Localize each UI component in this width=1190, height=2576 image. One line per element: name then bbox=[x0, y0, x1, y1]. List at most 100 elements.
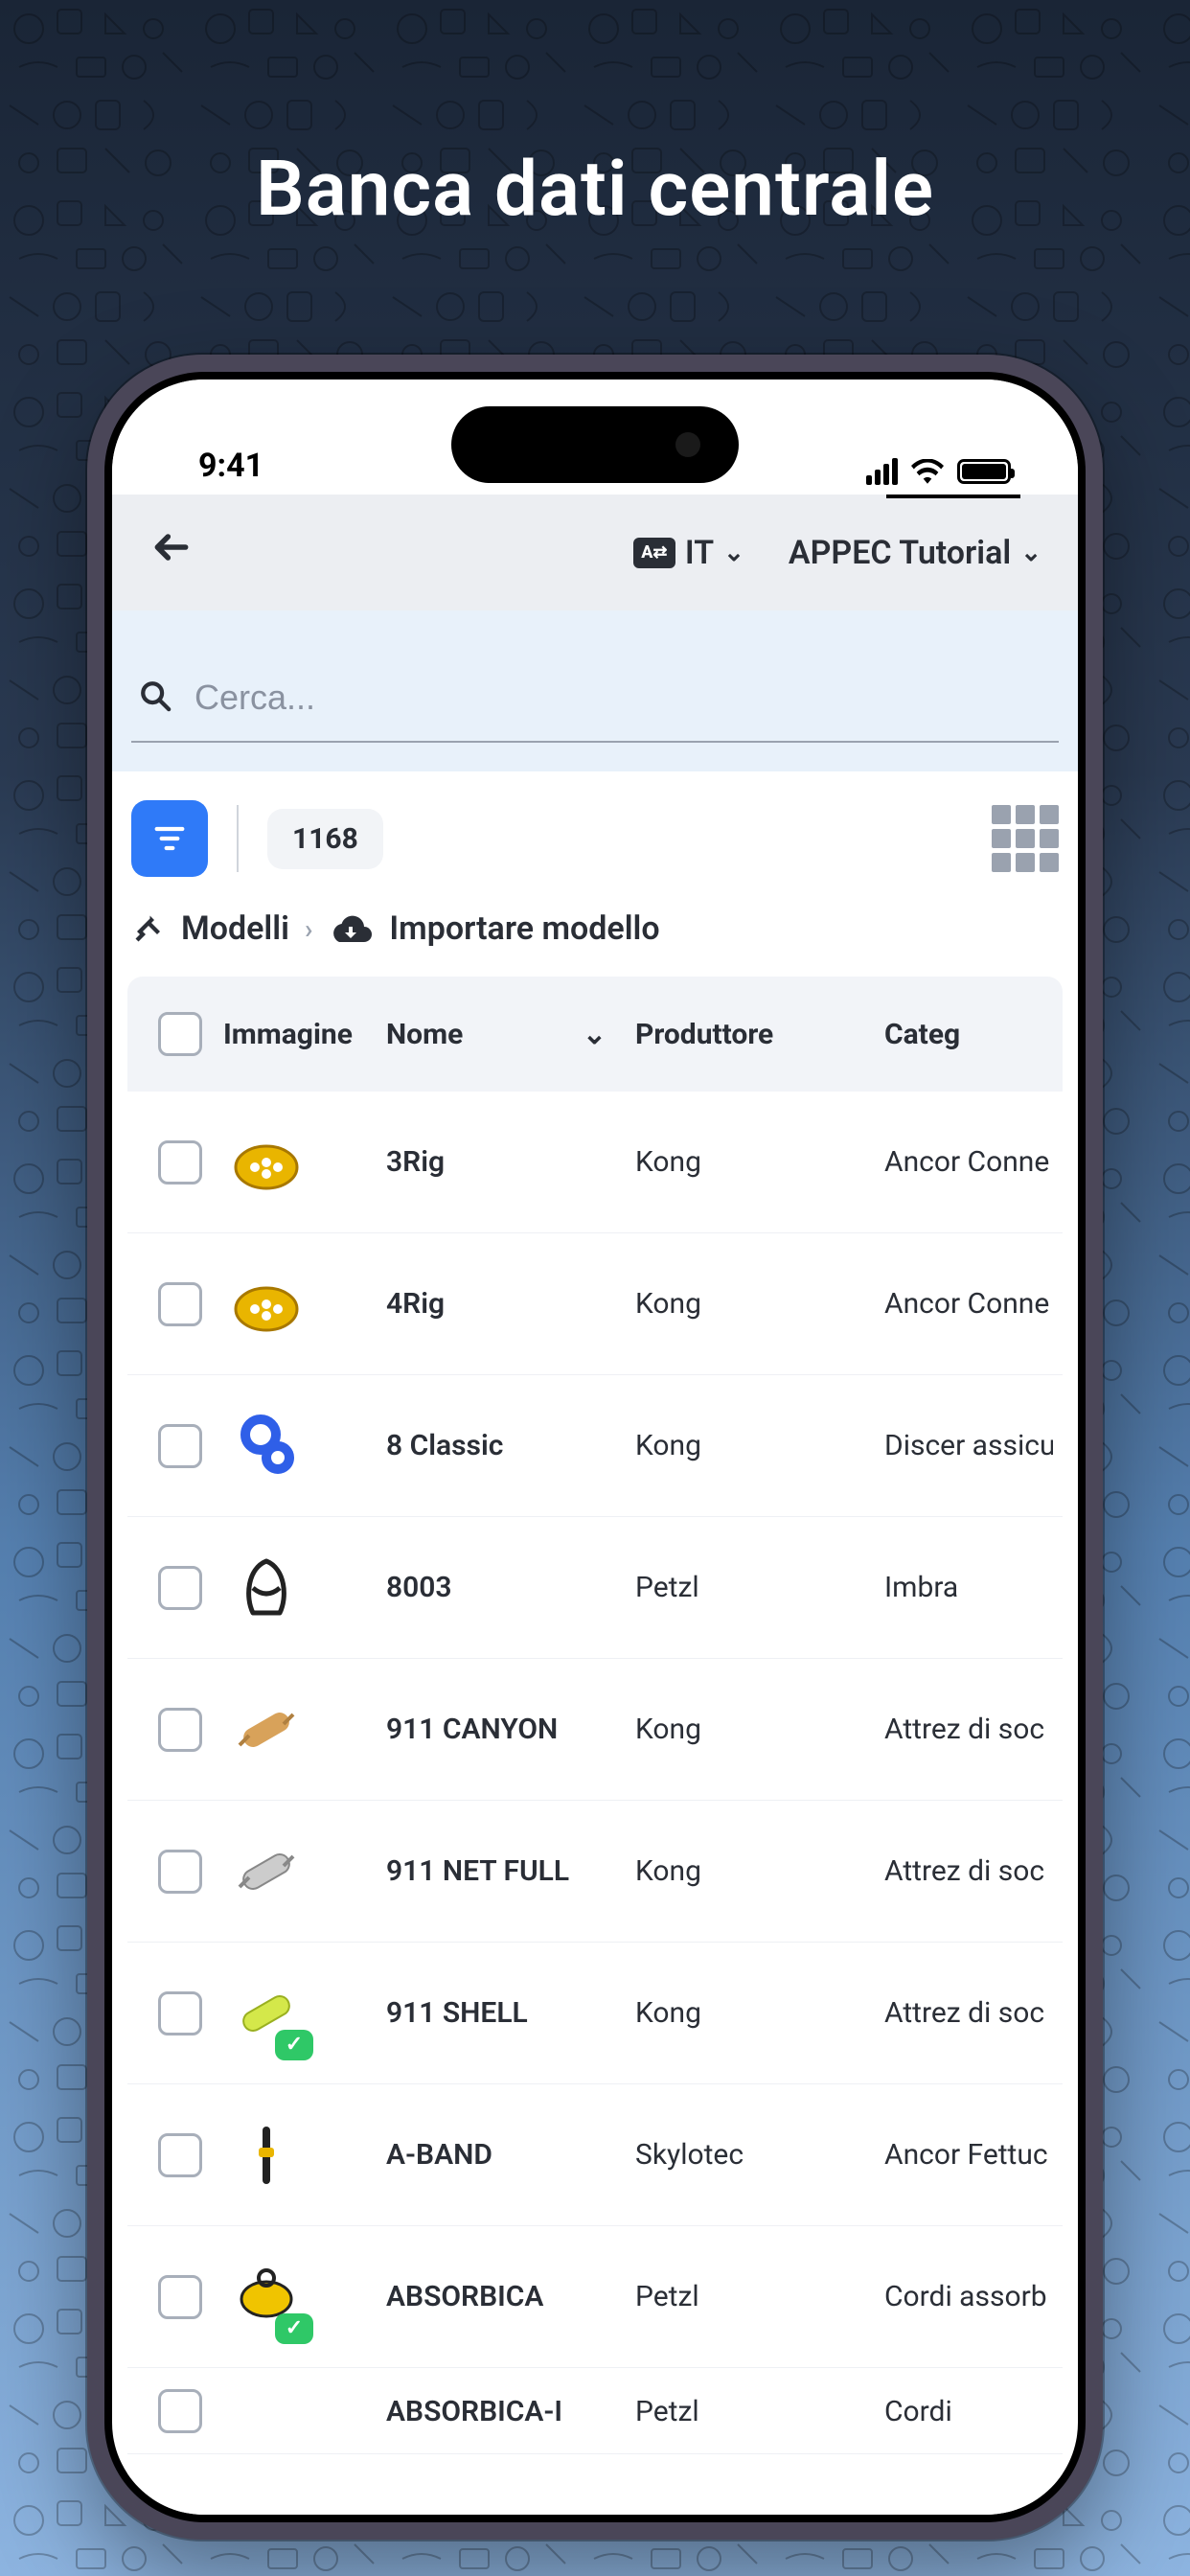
toolbar: 1168 bbox=[112, 771, 1078, 896]
cell-name: 911 SHELL bbox=[386, 1996, 635, 2030]
select-all-checkbox[interactable] bbox=[158, 1012, 202, 1056]
grid-view-toggle[interactable] bbox=[992, 805, 1059, 872]
column-category: Categ bbox=[884, 1018, 1053, 1051]
table-row[interactable]: A-BANDSkylotecAncor Fettuc bbox=[127, 2084, 1063, 2226]
dynamic-island bbox=[451, 406, 739, 483]
cell-name: ABSORBICA bbox=[386, 2280, 635, 2313]
marketing-title: Banca dati centrale bbox=[0, 144, 1190, 234]
row-checkbox[interactable] bbox=[158, 2133, 202, 2177]
product-thumbnail bbox=[223, 2112, 309, 2198]
cell-name: 4Rig bbox=[386, 1287, 635, 1321]
hammer-icon bbox=[131, 911, 166, 946]
cellular-icon bbox=[866, 458, 898, 485]
verified-badge-icon: ✓ bbox=[275, 2030, 313, 2060]
table-row[interactable]: 4RigKongAncor Conne bbox=[127, 1233, 1063, 1375]
cell-category: Ancor Fettuc bbox=[884, 2138, 1053, 2172]
breadcrumb-root[interactable]: Modelli bbox=[181, 909, 289, 948]
cell-manufacturer: Petzl bbox=[635, 1571, 884, 1604]
cell-category: Discer assicu bbox=[884, 1429, 1053, 1462]
row-checkbox[interactable] bbox=[158, 1991, 202, 2036]
cell-category: Attrez di soc bbox=[884, 1713, 1053, 1746]
chevron-right-icon: › bbox=[305, 913, 312, 945]
search-input[interactable] bbox=[195, 678, 1051, 718]
battery-icon bbox=[957, 459, 1011, 484]
table-row[interactable]: 911 NET FULLKongAttrez di soc bbox=[127, 1801, 1063, 1943]
tenant-label: APPEC Tutorial bbox=[789, 534, 1011, 572]
product-thumbnail: ✓ bbox=[223, 2254, 309, 2340]
cell-manufacturer: Kong bbox=[635, 1429, 884, 1462]
product-thumbnail bbox=[223, 1828, 309, 1915]
cell-category: Ancor Conne bbox=[884, 1145, 1053, 1179]
wifi-icon bbox=[911, 459, 944, 484]
row-checkbox[interactable] bbox=[158, 1140, 202, 1184]
table-header: Immagine Nome ⌄ Produttore Categ bbox=[127, 977, 1063, 1092]
cell-name: 8 Classic bbox=[386, 1429, 635, 1462]
cell-manufacturer: Kong bbox=[635, 1145, 884, 1179]
cell-manufacturer: Kong bbox=[635, 1996, 884, 2030]
cell-name: 8003 bbox=[386, 1571, 635, 1604]
product-thumbnail bbox=[223, 1687, 309, 1773]
cell-category: Cordi assorb bbox=[884, 2280, 1053, 2313]
product-thumbnail bbox=[223, 1403, 309, 1489]
divider bbox=[237, 805, 239, 872]
row-checkbox[interactable] bbox=[158, 1708, 202, 1752]
chevron-down-icon: ⌄ bbox=[723, 539, 744, 567]
column-image: Immagine bbox=[223, 1018, 386, 1051]
row-checkbox[interactable] bbox=[158, 1282, 202, 1326]
chevron-down-icon: ⌄ bbox=[1020, 539, 1041, 567]
product-thumbnail bbox=[223, 1119, 309, 1206]
column-name-label: Nome bbox=[386, 1018, 463, 1051]
column-manufacturer: Produttore bbox=[635, 1018, 884, 1051]
table-row[interactable]: ✓ ABSORBICAPetzlCordi assorb bbox=[127, 2226, 1063, 2368]
cell-manufacturer: Petzl bbox=[635, 2395, 884, 2428]
cell-manufacturer: Skylotec bbox=[635, 2138, 884, 2172]
filter-button[interactable] bbox=[131, 800, 208, 877]
table-row[interactable]: 8003PetzlImbra bbox=[127, 1517, 1063, 1659]
table-row[interactable]: 911 CANYONKongAttrez di soc bbox=[127, 1659, 1063, 1801]
cell-category: Imbra bbox=[884, 1571, 1053, 1604]
cell-name: 911 CANYON bbox=[386, 1713, 635, 1746]
cell-name: 911 NET FULL bbox=[386, 1854, 635, 1888]
table-row[interactable]: 3RigKongAncor Conne bbox=[127, 1092, 1063, 1233]
product-thumbnail bbox=[223, 1545, 309, 1631]
app-header: A⇄ IT ⌄ APPEC Tutorial ⌄ bbox=[112, 494, 1078, 610]
row-checkbox[interactable] bbox=[158, 2389, 202, 2433]
translate-icon: A⇄ bbox=[633, 538, 675, 568]
cell-manufacturer: Kong bbox=[635, 1854, 884, 1888]
language-label: IT bbox=[685, 534, 714, 572]
cell-manufacturer: Kong bbox=[635, 1713, 884, 1746]
row-checkbox[interactable] bbox=[158, 2275, 202, 2319]
product-thumbnail bbox=[223, 2368, 309, 2454]
status-time: 9:41 bbox=[170, 447, 263, 485]
models-table: Immagine Nome ⌄ Produttore Categ 3RigKon… bbox=[127, 977, 1063, 2515]
table-row[interactable]: 8 ClassicKongDiscer assicu bbox=[127, 1375, 1063, 1517]
cell-name: 3Rig bbox=[386, 1145, 635, 1179]
cell-manufacturer: Petzl bbox=[635, 2280, 884, 2313]
breadcrumb: Modelli › Importare modello bbox=[112, 896, 1078, 977]
product-thumbnail bbox=[223, 1261, 309, 1347]
cloud-download-icon bbox=[328, 911, 374, 946]
phone-frame: 9:41 A⇄ bbox=[87, 355, 1103, 2540]
result-count: 1168 bbox=[267, 809, 383, 869]
language-selector[interactable]: A⇄ IT ⌄ bbox=[626, 528, 752, 578]
chevron-down-icon: ⌄ bbox=[583, 1018, 606, 1051]
cell-category: Ancor Conne bbox=[884, 1287, 1053, 1321]
cell-manufacturer: Kong bbox=[635, 1287, 884, 1321]
cell-name: ABSORBICA-I bbox=[386, 2395, 635, 2428]
status-underline bbox=[886, 494, 1020, 498]
verified-badge-icon: ✓ bbox=[275, 2313, 313, 2344]
cell-category: Attrez di soc bbox=[884, 1854, 1053, 1888]
search-area bbox=[112, 610, 1078, 771]
row-checkbox[interactable] bbox=[158, 1850, 202, 1894]
row-checkbox[interactable] bbox=[158, 1566, 202, 1610]
back-button[interactable] bbox=[141, 521, 202, 584]
row-checkbox[interactable] bbox=[158, 1424, 202, 1468]
tenant-selector[interactable]: APPEC Tutorial ⌄ bbox=[781, 528, 1049, 578]
cell-category: Cordi bbox=[884, 2395, 1053, 2428]
cell-category: Attrez di soc bbox=[884, 1996, 1053, 2030]
breadcrumb-current: Importare modello bbox=[389, 909, 659, 948]
app-screen: 9:41 A⇄ bbox=[112, 380, 1078, 2515]
table-row[interactable]: ✓ 911 SHELLKongAttrez di soc bbox=[127, 1943, 1063, 2084]
table-row[interactable]: ABSORBICA-IPetzlCordi bbox=[127, 2368, 1063, 2454]
column-name-sort[interactable]: Nome ⌄ bbox=[386, 1018, 635, 1051]
